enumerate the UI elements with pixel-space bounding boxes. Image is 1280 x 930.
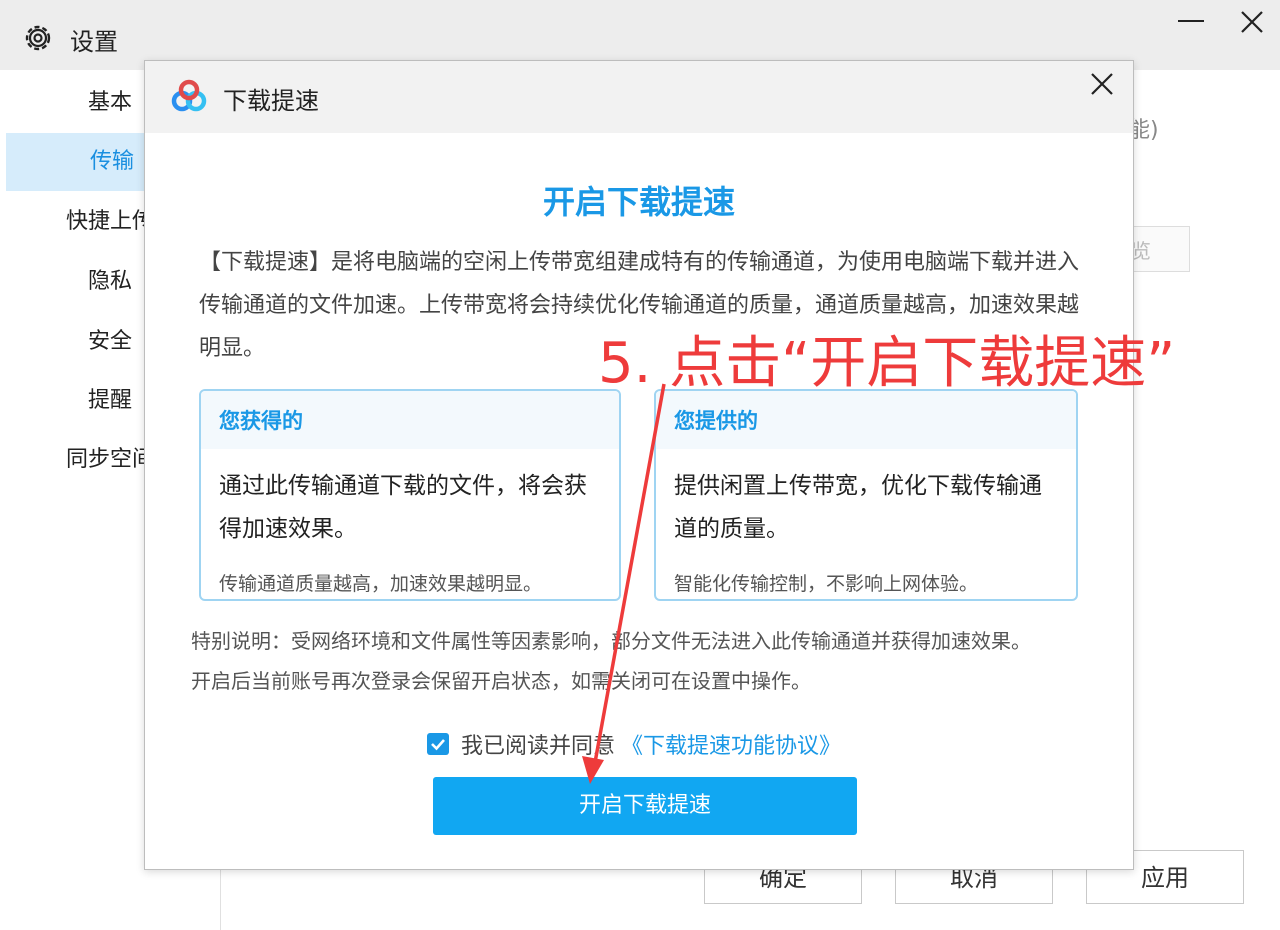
special-note: 特别说明：受网络环境和文件属性等因素影响，部分文件无法进入此传输通道并获得加速效… — [191, 621, 1111, 701]
dialog-heading: 开启下载提速 — [542, 183, 735, 221]
card-main-text: 提供闲置上传带宽，优化下载传输通道的质量。 — [674, 473, 1042, 542]
tutorial-annotation-text: 5. 点击“开启下载提速” — [598, 331, 1176, 396]
gear-icon — [25, 25, 51, 51]
dialog-header: 下载提速 — [145, 61, 1133, 133]
close-icon[interactable] — [1089, 71, 1115, 97]
window-close-icon[interactable] — [1238, 8, 1266, 36]
agreement-row: 我已阅读并同意 《下载提速功能协议》 — [427, 729, 841, 759]
sidebar-item-label: 快捷上传 — [66, 209, 155, 234]
enable-download-boost-button[interactable]: 开启下载提速 — [433, 777, 857, 835]
download-boost-dialog: 下载提速 开启下载提速 【下载提速】是将电脑端的空闲上传带宽组建成特有的传输通道… — [144, 60, 1134, 870]
sidebar-item-label: 基本 — [88, 90, 133, 115]
baidu-netdisk-logo-icon — [171, 79, 207, 112]
agreement-checkbox[interactable] — [427, 733, 449, 755]
card-sub-text: 智能化传输控制，不影响上网体验。 — [674, 573, 979, 595]
agreement-text: 我已阅读并同意 — [461, 734, 616, 759]
card-title: 您提供的 — [656, 391, 1076, 449]
sidebar-item-label: 安全 — [88, 329, 133, 354]
minimize-button[interactable] — [1178, 20, 1204, 22]
sidebar-item-label: 提醒 — [88, 388, 133, 413]
note-line: 开启后当前账号再次登录会保留开启状态，如需关闭可在设置中操作。 — [191, 669, 811, 693]
agreement-link[interactable]: 《下载提速功能协议》 — [621, 728, 841, 760]
benefit-card-receive: 您获得的 通过此传输通道下载的文件，将会获得加速效果。 传输通道质量越高，加速效… — [199, 389, 621, 601]
card-sub-text: 传输通道质量越高，加速效果越明显。 — [219, 573, 543, 595]
sidebar-item-label: 隐私 — [88, 269, 133, 294]
sidebar-item-label: 传输 — [90, 149, 135, 174]
checkmark-icon — [431, 739, 445, 751]
dialog-title: 下载提速 — [223, 87, 319, 115]
note-line: 特别说明：受网络环境和文件属性等因素影响，部分文件无法进入此传输通道并获得加速效… — [191, 629, 1031, 653]
card-main-text: 通过此传输通道下载的文件，将会获得加速效果。 — [219, 473, 587, 542]
card-title: 您获得的 — [201, 391, 619, 449]
benefit-card-provide: 您提供的 提供闲置上传带宽，优化下载传输通道的质量。 智能化传输控制，不影响上网… — [654, 389, 1078, 601]
window-title: 设置 — [70, 28, 118, 56]
sidebar-item-label: 同步空间 — [66, 447, 155, 472]
